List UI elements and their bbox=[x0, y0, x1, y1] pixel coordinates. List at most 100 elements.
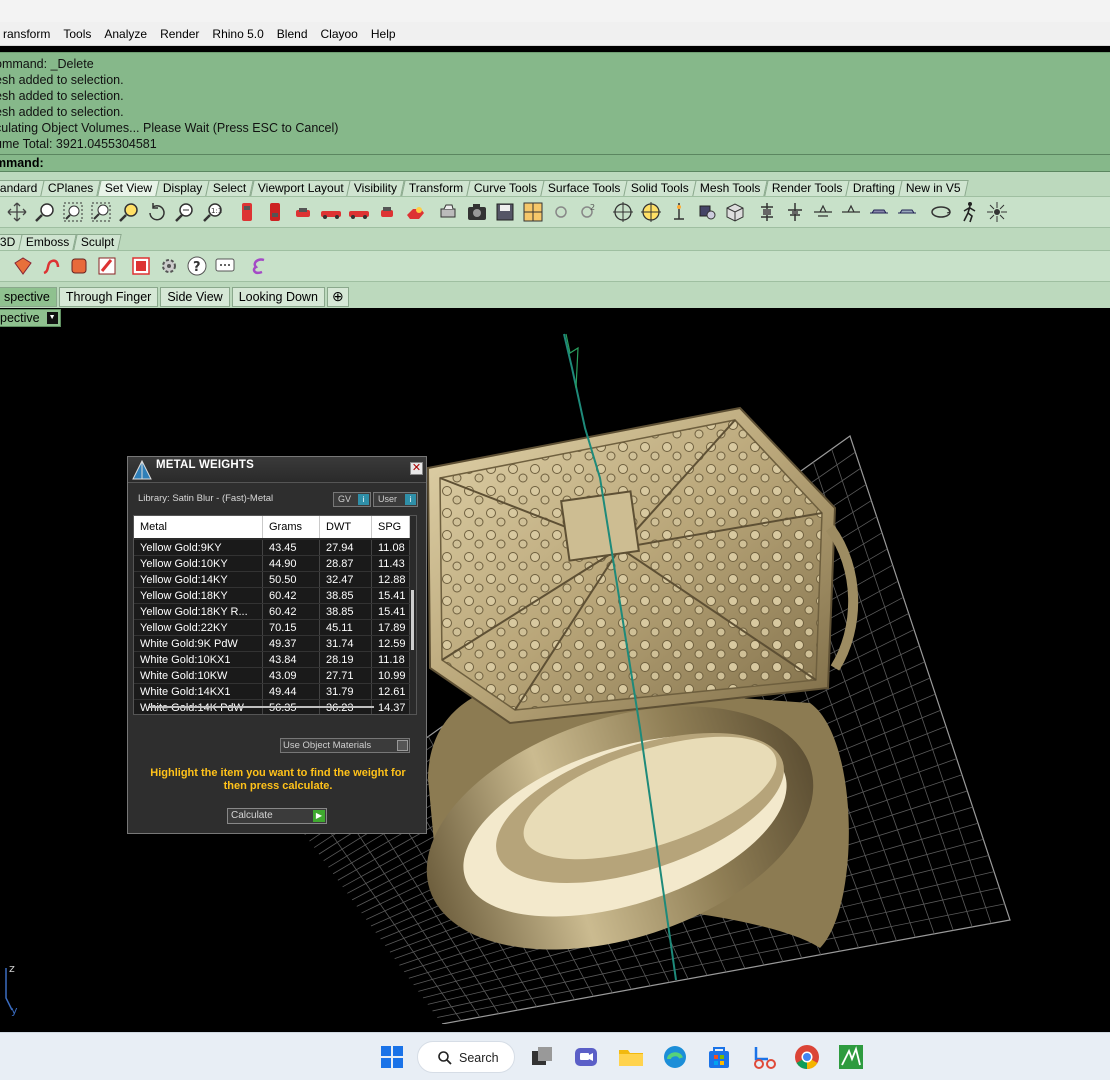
tab-through-finger[interactable]: Through Finger bbox=[58, 287, 159, 307]
menu-transform[interactable]: ransform bbox=[0, 27, 56, 41]
edit-tool-icon[interactable] bbox=[96, 255, 118, 277]
close-icon[interactable]: ✕ bbox=[410, 462, 423, 475]
zoom-selected-icon[interactable] bbox=[90, 201, 112, 223]
menu-blend[interactable]: Blend bbox=[270, 27, 314, 41]
chrome-icon[interactable] bbox=[793, 1043, 821, 1071]
set-camera-icon[interactable] bbox=[668, 201, 690, 223]
tab-display[interactable]: Display bbox=[155, 180, 210, 196]
bottom-view-icon[interactable] bbox=[264, 201, 286, 223]
ring-tool-icon[interactable] bbox=[68, 255, 90, 277]
tab-side-view[interactable]: Side View bbox=[160, 287, 230, 307]
calculator-icon[interactable] bbox=[130, 255, 152, 277]
table-row[interactable]: Yellow Gold:9KY 43.45 27.94 11.08 bbox=[134, 540, 410, 556]
perspective-view-icon[interactable] bbox=[404, 201, 426, 223]
user-toggle[interactable]: User i bbox=[373, 492, 418, 507]
zoom-target-icon[interactable]: 2 bbox=[578, 201, 600, 223]
tab-sculpt[interactable]: Sculpt bbox=[73, 234, 122, 250]
tab-mesh-tools[interactable]: Mesh Tools bbox=[692, 180, 769, 196]
horizontal-scrollbar[interactable] bbox=[149, 706, 374, 708]
table-row[interactable]: Yellow Gold:22KY 70.15 45.11 17.89 bbox=[134, 620, 410, 636]
table-row[interactable]: White Gold:10KW 43.09 27.71 10.99 bbox=[134, 668, 410, 684]
task-view-icon[interactable] bbox=[528, 1043, 556, 1071]
plan-icon[interactable] bbox=[784, 201, 806, 223]
use-object-materials-checkbox[interactable]: Use Object Materials bbox=[280, 738, 410, 753]
tab-emboss[interactable]: Emboss bbox=[18, 234, 78, 250]
table-row[interactable]: White Gold:9K PdW 49.37 31.74 12.59 bbox=[134, 636, 410, 652]
save-view-icon[interactable] bbox=[494, 201, 516, 223]
menu-clayoo[interactable]: Clayoo bbox=[314, 27, 364, 41]
column-metal[interactable]: Metal bbox=[134, 516, 263, 538]
settings-icon[interactable] bbox=[158, 255, 180, 277]
menu-rhino5[interactable]: Rhino 5.0 bbox=[205, 27, 269, 41]
tab-visibility[interactable]: Visibility bbox=[346, 180, 406, 196]
right-view-icon[interactable] bbox=[348, 201, 370, 223]
table-row[interactable]: Yellow Gold:18KY 60.42 38.85 15.41 bbox=[134, 588, 410, 604]
flying-icon[interactable] bbox=[868, 201, 890, 223]
chat-icon[interactable] bbox=[214, 255, 236, 277]
gem-tool-icon[interactable] bbox=[12, 255, 34, 277]
start-icon[interactable] bbox=[378, 1043, 406, 1071]
sun-icon[interactable] bbox=[986, 201, 1008, 223]
orbit-icon[interactable] bbox=[930, 201, 952, 223]
edge-icon[interactable] bbox=[661, 1043, 689, 1071]
menu-help[interactable]: Help bbox=[364, 27, 402, 41]
viewport-title[interactable]: pective ▼ bbox=[0, 309, 61, 327]
tab-select[interactable]: Select bbox=[205, 180, 255, 196]
tab-transform[interactable]: Transform bbox=[400, 180, 471, 196]
split-horizontal-icon[interactable] bbox=[812, 201, 834, 223]
tab-looking-down[interactable]: Looking Down bbox=[231, 287, 325, 307]
restore-view-icon[interactable] bbox=[522, 201, 544, 223]
target-icon[interactable] bbox=[612, 201, 634, 223]
zoom-extents-icon[interactable] bbox=[118, 201, 140, 223]
back-view-icon[interactable] bbox=[376, 201, 398, 223]
vertical-scrollbar[interactable] bbox=[411, 590, 414, 650]
curve-tool-icon[interactable] bbox=[40, 255, 62, 277]
box-view-icon[interactable] bbox=[724, 201, 746, 223]
table-row[interactable]: Yellow Gold:10KY 44.90 28.87 11.43 bbox=[134, 556, 410, 572]
tab-cplanes[interactable]: CPlanes bbox=[40, 180, 102, 196]
gv-toggle[interactable]: GV i bbox=[333, 492, 371, 507]
tab-surface-tools[interactable]: Surface Tools bbox=[540, 180, 629, 196]
menu-analyze[interactable]: Analyze bbox=[97, 27, 153, 41]
walkabout-icon[interactable] bbox=[958, 201, 980, 223]
left-view-icon[interactable] bbox=[320, 201, 342, 223]
align-icon[interactable] bbox=[756, 201, 778, 223]
command-prompt[interactable]: mmand: bbox=[0, 154, 1110, 172]
clipping-icon[interactable] bbox=[696, 201, 718, 223]
rotate-view-icon[interactable] bbox=[146, 201, 168, 223]
teams-icon[interactable] bbox=[572, 1043, 600, 1071]
snipping-tool-icon[interactable] bbox=[750, 1043, 778, 1071]
zoom-window-icon[interactable] bbox=[62, 201, 84, 223]
table-row[interactable]: Yellow Gold:18KY R... 60.42 38.85 15.41 bbox=[134, 604, 410, 620]
dialog-title-bar[interactable]: METAL WEIGHTS ✕ bbox=[128, 457, 426, 483]
calculate-button[interactable]: Calculate ▶ bbox=[227, 808, 327, 824]
plugin-logo-icon[interactable] bbox=[248, 255, 270, 277]
tab-render-tools[interactable]: Render Tools bbox=[764, 180, 850, 196]
search-view-icon[interactable] bbox=[550, 201, 572, 223]
tab-set-view[interactable]: Set View bbox=[97, 180, 160, 196]
store-icon[interactable] bbox=[705, 1043, 733, 1071]
front-view-icon[interactable] bbox=[292, 201, 314, 223]
pan-icon[interactable] bbox=[6, 201, 28, 223]
table-row[interactable]: White Gold:10KX1 43.84 28.19 11.18 bbox=[134, 652, 410, 668]
column-spg[interactable]: SPG bbox=[372, 516, 410, 538]
tab-perspective[interactable]: spective bbox=[0, 287, 57, 307]
table-row[interactable]: White Gold:14KX1 49.44 31.79 12.61 bbox=[134, 684, 410, 700]
column-dwt[interactable]: DWT bbox=[320, 516, 372, 538]
add-viewport-button[interactable]: ⊕ bbox=[326, 287, 349, 307]
tab-solid-tools[interactable]: Solid Tools bbox=[623, 180, 697, 196]
menu-render[interactable]: Render bbox=[153, 27, 205, 41]
tab-drafting[interactable]: Drafting bbox=[845, 180, 903, 196]
tab-viewport-layout[interactable]: Viewport Layout bbox=[249, 180, 352, 196]
target-point-icon[interactable] bbox=[640, 201, 662, 223]
menu-tools[interactable]: Tools bbox=[56, 27, 97, 41]
taskbar-search[interactable]: Search bbox=[417, 1041, 515, 1073]
tab-curve-tools[interactable]: Curve Tools bbox=[466, 180, 545, 196]
zoom-one-to-one-icon[interactable]: 1:1 bbox=[202, 201, 224, 223]
chevron-down-icon[interactable]: ▼ bbox=[46, 312, 58, 324]
file-explorer-icon[interactable] bbox=[617, 1043, 645, 1071]
rhino-app-icon[interactable] bbox=[837, 1043, 865, 1071]
help-icon[interactable]: ? bbox=[186, 255, 208, 277]
named-view-icon[interactable] bbox=[438, 201, 460, 223]
zoom-out-icon[interactable] bbox=[174, 201, 196, 223]
